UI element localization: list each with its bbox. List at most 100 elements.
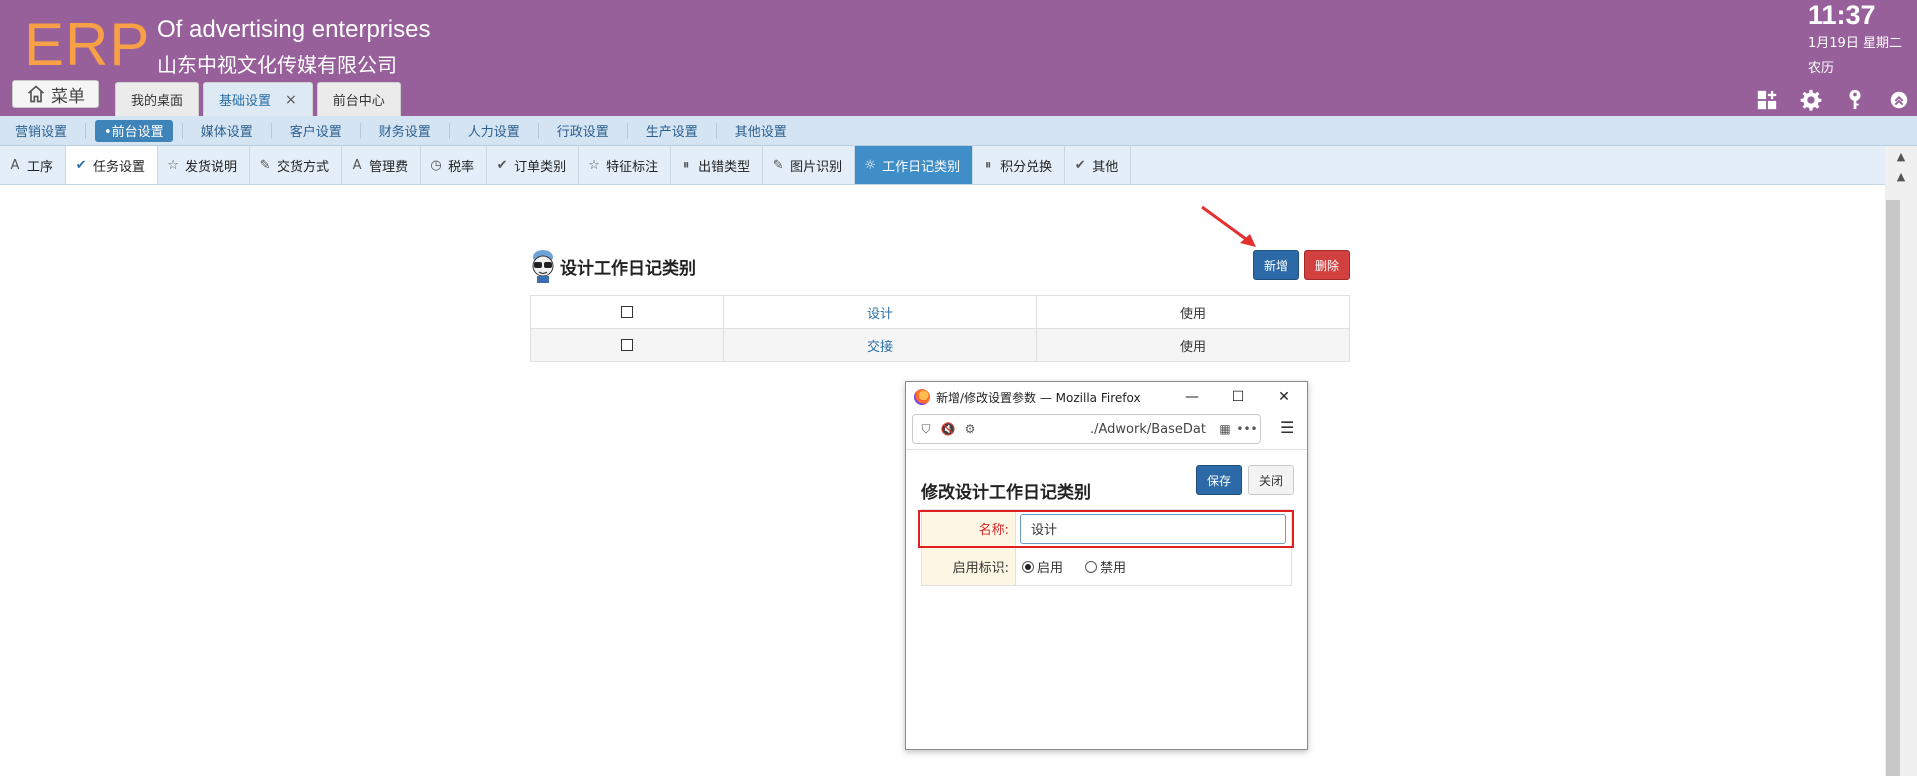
nav2-finance[interactable]: 财务设置	[370, 120, 440, 142]
nav3-process[interactable]: A 工序	[0, 146, 67, 184]
table-row[interactable]: 设计 使用	[530, 295, 1350, 329]
nav2-marketing[interactable]: 营销设置	[6, 120, 76, 142]
shield-icon[interactable]: ⛉	[919, 422, 933, 436]
nav3-shipping-notes[interactable]: ☆ 发货说明	[158, 146, 251, 184]
close-icon[interactable]: ×	[285, 92, 297, 108]
nav3-other[interactable]: ✔ 其他	[1065, 146, 1132, 184]
name-label: 名称:	[921, 509, 1016, 548]
edit-form: 名称: 启用标识: 启用 禁用	[921, 509, 1292, 586]
nav2-hr[interactable]: 人力设置	[459, 120, 529, 142]
permissions-icon[interactable]: ⚙	[963, 422, 977, 436]
settings-item-nav: A 工序 ✔ 任务设置 ☆ 发货说明 ✎ 交货方式 A 管理费 ◷ 税率 ✔ 订单类别 ☆ 特征…	[0, 146, 1885, 185]
erp-logo: ERP	[24, 11, 151, 78]
popup-titlebar[interactable]: 新增/修改设置参数 — Mozilla Firefox — ☐ ✕	[906, 382, 1307, 412]
check-icon: ✔	[496, 157, 508, 173]
row-checkbox[interactable]	[621, 339, 633, 351]
star-icon: ☆	[167, 157, 179, 173]
close-icon[interactable]: ✕	[1261, 382, 1307, 412]
row-checkbox[interactable]	[621, 306, 633, 318]
scrollbar-thumb[interactable]	[1886, 200, 1900, 776]
tab-front-center[interactable]: 前台中心	[316, 82, 401, 116]
nav3-feature-mark[interactable]: ☆ 特征标注	[579, 146, 672, 184]
top-tabs: 我的桌面 基础设置 × 前台中心	[115, 82, 401, 116]
header-icons	[1755, 88, 1911, 112]
key-icon[interactable]	[1843, 88, 1867, 112]
tab-my-desktop[interactable]: 我的桌面	[115, 82, 200, 116]
edit-popup-window: 新增/修改设置参数 — Mozilla Firefox — ☐ ✕ ⛉ 🔇 ⚙ …	[905, 381, 1308, 750]
hamburger-menu-icon[interactable]: ☰	[1280, 418, 1294, 437]
add-button[interactable]: 新增	[1253, 250, 1299, 280]
nav3-tax-rate[interactable]: ◷ 税率	[421, 146, 488, 184]
nav2-customer[interactable]: 客户设置	[281, 120, 351, 142]
enable-flag-label: 启用标识:	[921, 547, 1016, 586]
popup-window-title: 新增/修改设置参数 — Mozilla Firefox	[936, 390, 1141, 405]
settings-category-nav: 营销设置 •前台设置 媒体设置 客户设置 财务设置 人力设置 行政设置 生产设置…	[0, 116, 1917, 146]
window-controls: — ☐ ✕	[1169, 382, 1307, 412]
clock-date: 1月19日 星期二	[1808, 36, 1902, 51]
row-status: 使用	[1036, 328, 1350, 362]
qr-code-icon[interactable]: ▦	[1218, 422, 1232, 436]
chevron-up-icon[interactable]: ▲	[1897, 170, 1905, 183]
more-options-icon[interactable]: •••	[1236, 422, 1257, 436]
app-add-icon[interactable]	[1755, 88, 1779, 112]
nav3-delivery-method[interactable]: ✎ 交货方式	[250, 146, 343, 184]
nav2-media[interactable]: 媒体设置	[192, 120, 262, 142]
home-icon	[27, 85, 45, 103]
nav2-other[interactable]: 其他设置	[726, 120, 796, 142]
nav3-management-fee[interactable]: A 管理费	[342, 146, 422, 184]
nav3-order-category[interactable]: ✔ 订单类别	[487, 146, 580, 184]
menu-button[interactable]: 菜单	[12, 80, 99, 108]
pencil-icon: ✎	[772, 157, 784, 173]
minimize-icon[interactable]: —	[1169, 382, 1215, 412]
url-bar[interactable]: ⛉ 🔇 ⚙ ./Adwork/BaseDat ▦ •••	[912, 414, 1261, 444]
check-icon: ✔	[1074, 157, 1086, 173]
autoplay-blocked-icon[interactable]: 🔇	[941, 422, 956, 436]
form-title: 修改设计工作日记类别	[921, 483, 1091, 503]
row-name-link[interactable]: 设计	[723, 295, 1037, 329]
row-name-link[interactable]: 交接	[723, 328, 1037, 362]
font-icon: A	[10, 157, 20, 173]
maximize-icon[interactable]: ☐	[1215, 382, 1261, 412]
nav3-image-recognition[interactable]: ✎ 图片识别	[763, 146, 856, 184]
page-title: 设计工作日记类别	[530, 248, 696, 284]
nav3-error-type[interactable]: ⏸ 出错类型	[671, 146, 764, 184]
radio-selected-icon[interactable]	[1022, 560, 1034, 573]
firefox-icon	[914, 389, 930, 405]
url-text[interactable]: ./Adwork/BaseDat	[1090, 422, 1210, 437]
nav2-production[interactable]: 生产设置	[637, 120, 707, 142]
tab-basic-settings[interactable]: 基础设置 ×	[203, 82, 313, 116]
pause-icon: ⏸	[984, 157, 992, 173]
name-input[interactable]	[1020, 513, 1286, 544]
font-icon: A	[352, 157, 362, 173]
sun-icon: ☼	[864, 157, 876, 173]
clock-icon: ◷	[430, 157, 442, 173]
radio-enable[interactable]: 启用	[1022, 557, 1063, 576]
menu-label: 菜单	[51, 86, 85, 107]
nav2-admin[interactable]: 行政设置	[548, 120, 618, 142]
category-table: 设计 使用 交接 使用	[530, 295, 1350, 362]
pause-icon: ⏸	[682, 157, 690, 173]
company-name-cn: 山东中视文化传媒有限公司	[157, 53, 397, 77]
nav3-task-settings[interactable]: ✔ 任务设置	[66, 146, 159, 184]
collapse-icon[interactable]	[1887, 88, 1911, 112]
chevron-up-icon[interactable]: ▲	[1897, 150, 1905, 163]
nav3-points-exchange[interactable]: ⏸ 积分兑换	[973, 146, 1066, 184]
radio-disable[interactable]: 禁用	[1085, 557, 1126, 576]
pencil-icon: ✎	[259, 157, 271, 173]
app-header: ERP Of advertising enterprises 山东中视文化传媒有…	[0, 0, 1917, 116]
scroll-up-arrows[interactable]: ▲ ▲	[1885, 146, 1917, 186]
nav2-front[interactable]: •前台设置	[95, 119, 173, 142]
clock-lunar: 农历	[1808, 61, 1835, 76]
delete-button[interactable]: 删除	[1304, 250, 1350, 280]
table-row[interactable]: 交接 使用	[530, 328, 1350, 362]
check-icon: ✔	[75, 157, 87, 173]
company-name-en: Of advertising enterprises	[157, 16, 431, 43]
gear-icon[interactable]	[1799, 88, 1823, 112]
row-status: 使用	[1036, 295, 1350, 329]
mascot-icon	[532, 250, 554, 283]
radio-unselected-icon[interactable]	[1085, 560, 1098, 573]
nav3-work-diary-category[interactable]: ☼ 工作日记类别	[855, 146, 974, 184]
annotation-arrow	[1201, 205, 1256, 247]
save-button[interactable]: 保存	[1196, 465, 1242, 495]
close-button[interactable]: 关闭	[1248, 465, 1294, 495]
